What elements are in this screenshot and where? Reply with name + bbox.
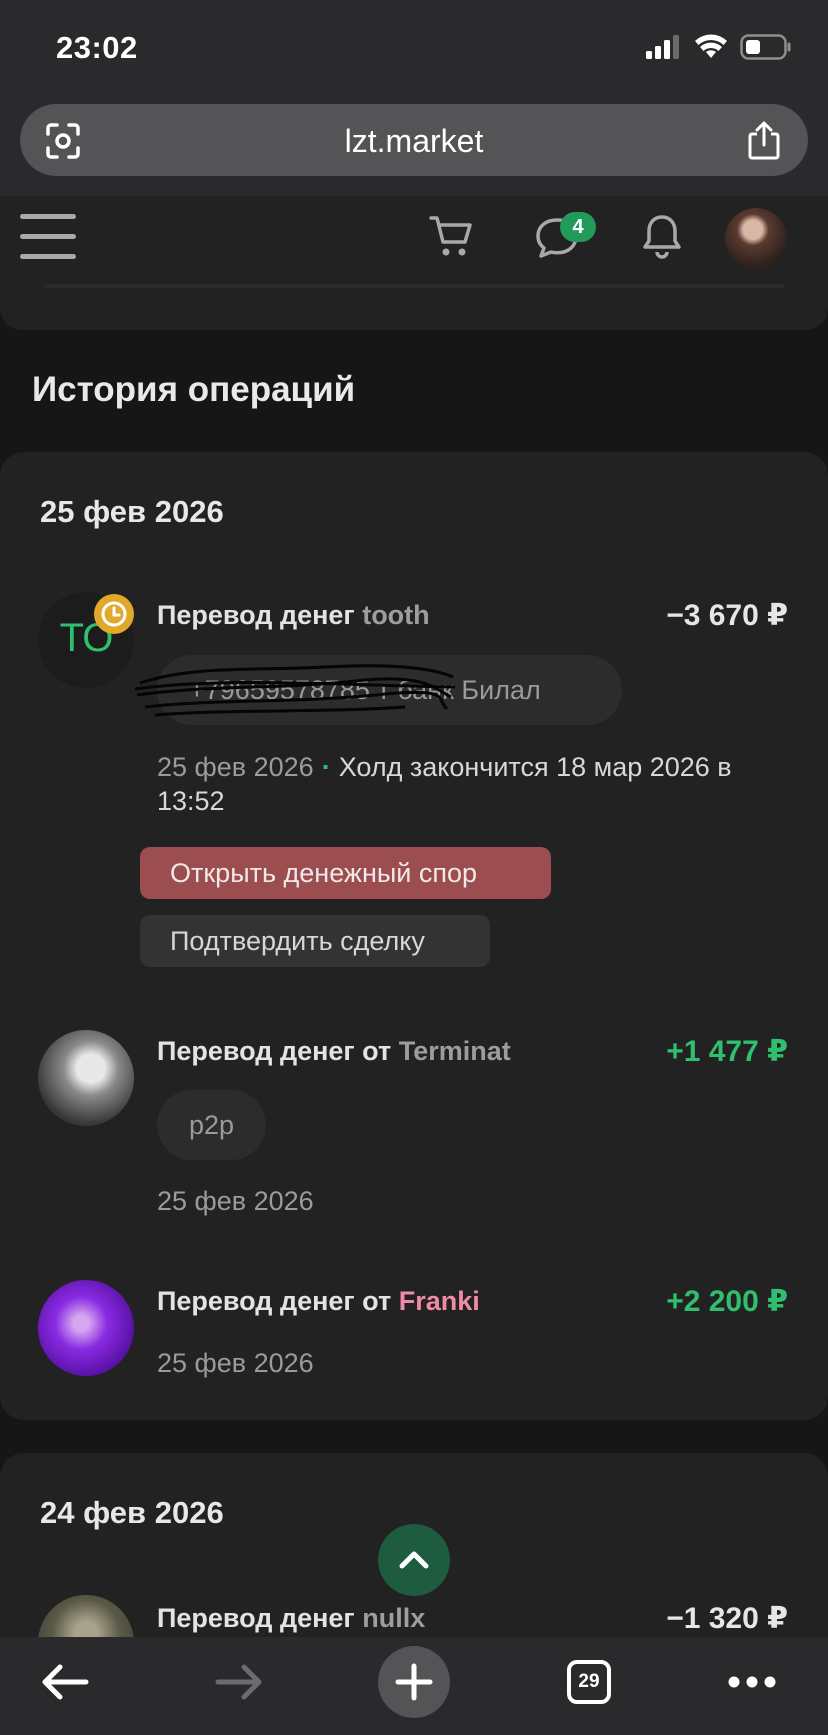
avatar[interactable] — [38, 1030, 134, 1126]
plus-icon — [378, 1646, 450, 1718]
operation-comment: +79659578785 т банк Билал — [135, 655, 622, 725]
group-date: 25 фев 2026 — [40, 494, 224, 529]
chevron-up-icon — [399, 1551, 429, 1569]
status-time: 23:02 — [56, 30, 138, 65]
back-arrow-icon — [42, 1664, 89, 1700]
forward-button[interactable] — [204, 1637, 274, 1727]
operation-title: Перевод денег nullx — [157, 1603, 425, 1634]
header-divider — [44, 284, 784, 288]
browser-toolbar: 29 — [0, 1637, 828, 1735]
more-button[interactable] — [722, 1637, 782, 1727]
new-tab-button[interactable] — [378, 1637, 450, 1727]
user-avatar[interactable] — [725, 208, 787, 270]
back-button[interactable] — [30, 1637, 100, 1727]
tabs-count: 29 — [567, 1660, 611, 1704]
avatar[interactable] — [38, 1280, 134, 1376]
operation-user[interactable]: Terminat — [399, 1036, 511, 1066]
operation-type: Перевод денег — [157, 1603, 355, 1633]
clock-icon — [94, 594, 134, 634]
operation-title: Перевод денег tooth — [157, 600, 430, 631]
operation-title: Перевод денег от Terminat — [157, 1036, 511, 1067]
operation-date: 25 фев 2026 — [157, 1348, 314, 1378]
url-text[interactable]: lzt.market — [20, 123, 808, 160]
forward-arrow-icon — [215, 1664, 262, 1700]
browser-top-chrome: 23:02 lzt.market — [0, 0, 828, 196]
battery-icon — [740, 34, 791, 60]
more-icon — [728, 1676, 776, 1688]
open-dispute-button[interactable]: Открыть денежный спор — [140, 847, 551, 899]
operation-user[interactable]: tooth — [362, 600, 429, 630]
tabs-button[interactable]: 29 — [564, 1637, 614, 1727]
confirm-deal-button[interactable]: Подтвердить сделку — [140, 915, 490, 967]
share-icon[interactable] — [746, 120, 782, 160]
operation-amount: −1 320 ₽ — [666, 1602, 788, 1635]
scroll-to-top-button[interactable] — [378, 1524, 450, 1596]
menu-icon[interactable] — [20, 214, 76, 260]
operation-type: Перевод денег — [157, 600, 355, 630]
url-bar[interactable]: lzt.market — [20, 104, 808, 176]
operation-amount: +1 477 ₽ — [666, 1035, 788, 1068]
operation-amount: +2 200 ₽ — [666, 1285, 788, 1318]
operation-comment: p2p — [157, 1090, 267, 1160]
operation-user[interactable]: Franki — [399, 1286, 480, 1316]
site-header — [0, 196, 828, 330]
group-date: 24 фев 2026 — [40, 1495, 224, 1530]
status-icons — [646, 34, 792, 60]
operation-amount: −3 670 ₽ — [666, 599, 788, 632]
operation-type: Перевод денег от — [157, 1036, 392, 1066]
messages-badge: 4 — [560, 212, 596, 242]
wifi-icon — [695, 34, 727, 58]
bell-icon[interactable] — [641, 212, 683, 260]
operation-title: Перевод денег от Franki — [157, 1286, 480, 1317]
cart-icon[interactable] — [428, 212, 476, 260]
operation-meta: 25 фев 2026 · Холд закончится 18 мар 2026 … — [157, 752, 732, 816]
scribble-redaction — [135, 664, 455, 717]
signal-icon — [646, 35, 679, 59]
operation-date: 25 фев 2026 — [157, 1186, 314, 1216]
operation-type: Перевод денег от — [157, 1286, 392, 1316]
page-title: История операций — [32, 370, 356, 409]
operation-user[interactable]: nullx — [362, 1603, 425, 1633]
operations-group-card: 25 фев 2026 TO Перевод денег tooth −3 67… — [0, 452, 828, 1420]
operation-date: 25 фев 2026 — [157, 752, 314, 782]
